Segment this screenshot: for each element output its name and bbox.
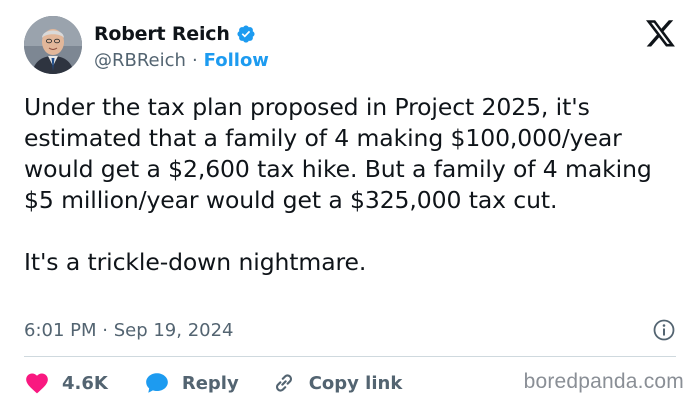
reply-button[interactable]: Reply: [144, 370, 239, 396]
tweet-body: Under the tax plan proposed in Project 2…: [24, 92, 674, 278]
avatar[interactable]: [24, 16, 82, 74]
info-icon[interactable]: [652, 318, 676, 342]
tweet-card: Robert Reich @RBReich · Follow Under the…: [0, 0, 700, 410]
copy-link-label: Copy link: [308, 372, 403, 394]
tweet-paragraph: Under the tax plan proposed in Project 2…: [24, 93, 652, 214]
handle-row: @RBReich · Follow: [94, 50, 269, 71]
action-bar: 4.6K Reply Copy link: [24, 368, 402, 398]
author-block: Robert Reich @RBReich · Follow: [94, 22, 269, 71]
copy-link-button[interactable]: Copy link: [271, 370, 403, 396]
tweet-meta: 6:01 PM · Sep 19, 2024: [24, 316, 676, 344]
watermark: boredpanda.com: [523, 370, 684, 393]
like-button[interactable]: 4.6K: [24, 370, 108, 396]
like-count: 4.6K: [62, 372, 108, 394]
reply-label: Reply: [181, 372, 239, 394]
heart-icon: [26, 373, 48, 394]
verified-badge-icon: [237, 25, 255, 43]
separator-dot: ·: [191, 50, 198, 71]
x-logo-icon[interactable]: [646, 20, 676, 48]
link-icon: [275, 374, 292, 392]
author-handle[interactable]: @RBReich: [94, 50, 186, 71]
tweet-timestamp[interactable]: 6:01 PM · Sep 19, 2024: [24, 320, 234, 341]
tweet-paragraph: It's a trickle-down nightmare.: [24, 248, 367, 276]
divider: [24, 356, 676, 357]
name-row: Robert Reich: [94, 22, 269, 46]
reply-bubble-icon: [146, 373, 168, 393]
author-name[interactable]: Robert Reich: [94, 23, 230, 45]
avatar-image: [24, 16, 82, 74]
follow-button[interactable]: Follow: [204, 50, 269, 71]
